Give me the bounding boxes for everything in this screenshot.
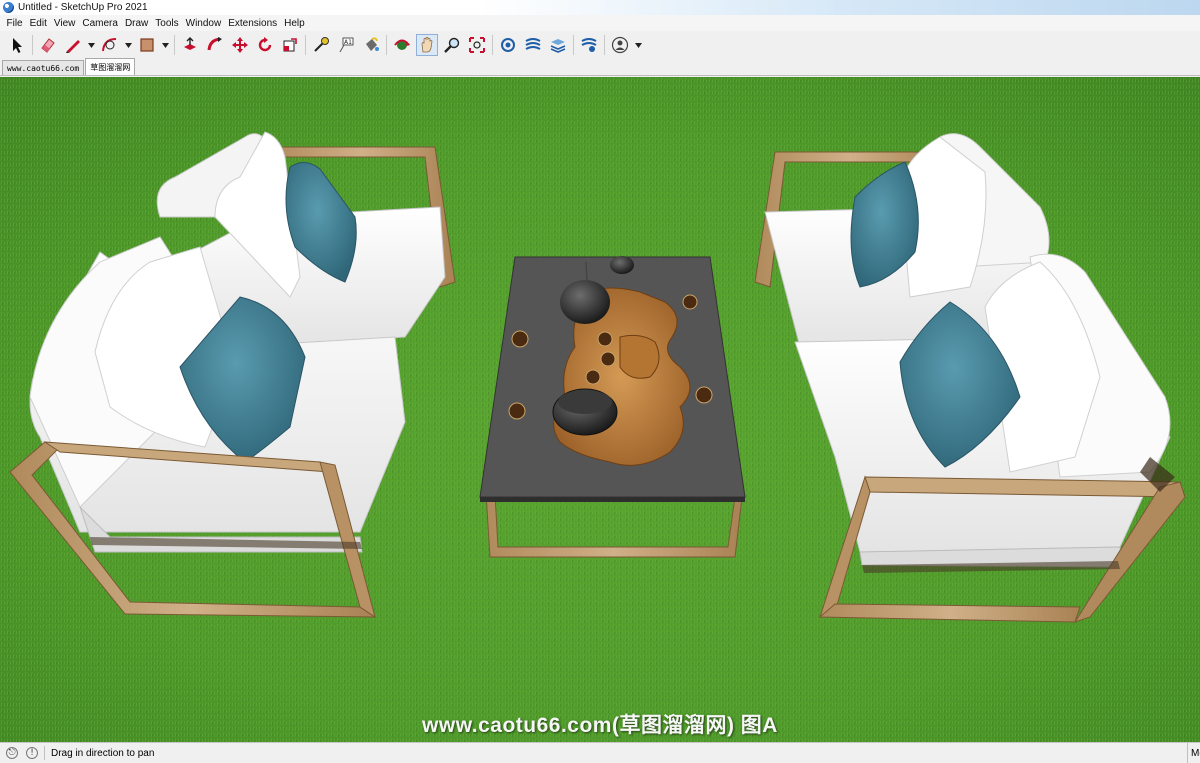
zoom-icon[interactable] xyxy=(441,34,463,56)
orbit-icon[interactable] xyxy=(391,34,413,56)
arc-icon[interactable] xyxy=(99,34,121,56)
menu-camera[interactable]: Camera xyxy=(79,18,122,29)
extension-warehouse-icon[interactable] xyxy=(522,34,544,56)
tape-measure-icon[interactable] xyxy=(310,34,332,56)
3d-warehouse-icon[interactable] xyxy=(497,34,519,56)
toolbar-separator xyxy=(32,35,33,55)
toolbar-separator xyxy=(573,35,574,55)
menu-draw[interactable]: Draw xyxy=(121,18,151,29)
paint-bucket-icon[interactable] xyxy=(360,34,382,56)
menu-view[interactable]: View xyxy=(50,18,79,29)
menu-bar: File Edit View Camera Draw Tools Window … xyxy=(0,15,1200,31)
status-hint-text: Drag in direction to pan xyxy=(51,747,155,759)
push-pull-icon[interactable] xyxy=(179,34,201,56)
drawing-viewport[interactable]: www.caotu66.com(草图溜溜网) 图A xyxy=(0,77,1200,742)
window-title: Untitled - SketchUp Pro 2021 xyxy=(18,2,148,13)
toolbar-separator xyxy=(174,35,175,55)
menu-file[interactable]: File xyxy=(3,18,26,29)
chevron-down-icon[interactable] xyxy=(634,34,642,56)
measurements-box[interactable]: Me xyxy=(1187,743,1200,763)
select-arrow-icon[interactable] xyxy=(6,34,28,56)
layout-send-icon[interactable] xyxy=(547,34,569,56)
scene-tab[interactable]: www.caotu66.com xyxy=(2,60,85,75)
chevron-down-icon[interactable] xyxy=(161,34,169,56)
info-icon[interactable]: ! xyxy=(26,747,38,759)
extension-manager-icon[interactable] xyxy=(578,34,600,56)
title-bar: Untitled - SketchUp Pro 2021 xyxy=(0,0,1200,15)
toolbar-separator xyxy=(604,35,605,55)
svg-text:A1: A1 xyxy=(344,39,352,46)
scene-canvas[interactable] xyxy=(0,77,1200,742)
text-icon[interactable]: A1 xyxy=(335,34,357,56)
pencil-line-icon[interactable] xyxy=(62,34,84,56)
rectangle-shape-icon[interactable] xyxy=(136,34,158,56)
follow-me-icon[interactable] xyxy=(204,34,226,56)
menu-window[interactable]: Window xyxy=(182,18,225,29)
sketchup-logo-icon xyxy=(3,2,14,13)
zoom-extents-icon[interactable] xyxy=(466,34,488,56)
status-bar: ⎋ ! Drag in direction to pan Me xyxy=(0,742,1200,763)
menu-edit[interactable]: Edit xyxy=(26,18,50,29)
menu-tools[interactable]: Tools xyxy=(152,18,182,29)
main-toolbar: A1 xyxy=(0,31,1200,59)
eraser-icon[interactable] xyxy=(37,34,59,56)
scene-tab-active[interactable]: 草图溜溜网 xyxy=(85,58,136,75)
scale-icon[interactable] xyxy=(279,34,301,56)
chevron-down-icon[interactable] xyxy=(124,34,132,56)
toolbar-separator xyxy=(492,35,493,55)
move-icon[interactable] xyxy=(229,34,251,56)
measurements-label: Me xyxy=(1191,748,1200,759)
pan-hand-icon[interactable] xyxy=(416,34,438,56)
menu-help[interactable]: Help xyxy=(281,18,309,29)
chevron-down-icon[interactable] xyxy=(87,34,95,56)
menu-extensions[interactable]: Extensions xyxy=(225,18,281,29)
toolbar-separator xyxy=(386,35,387,55)
status-divider xyxy=(44,746,45,760)
scene-tabs: www.caotu66.com 草图溜溜网 xyxy=(0,58,1200,76)
geo-location-icon[interactable]: ⎋ xyxy=(6,747,18,759)
rotate-icon[interactable] xyxy=(254,34,276,56)
toolbar-separator xyxy=(305,35,306,55)
account-icon[interactable] xyxy=(609,34,631,56)
tea-bowl[interactable] xyxy=(552,388,618,436)
